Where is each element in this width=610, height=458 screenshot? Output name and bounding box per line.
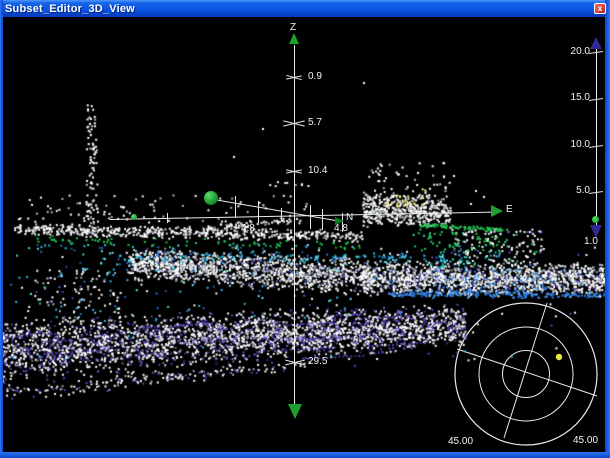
window-border-bottom	[0, 452, 610, 458]
close-icon: x	[598, 4, 602, 13]
window-border-left	[0, 0, 3, 458]
window-border-right	[605, 0, 610, 458]
window-title: Subset_Editor_3D_View	[0, 3, 135, 15]
close-button[interactable]: x	[594, 3, 606, 14]
title-bar[interactable]: Subset_Editor_3D_View	[0, 0, 610, 17]
viewport-canvas[interactable]	[0, 0, 610, 458]
subset-editor-3d-window: Z 0.9 5.7 10.4 29.5 E 4.8 N 4.8 20.0 15.…	[0, 0, 610, 458]
